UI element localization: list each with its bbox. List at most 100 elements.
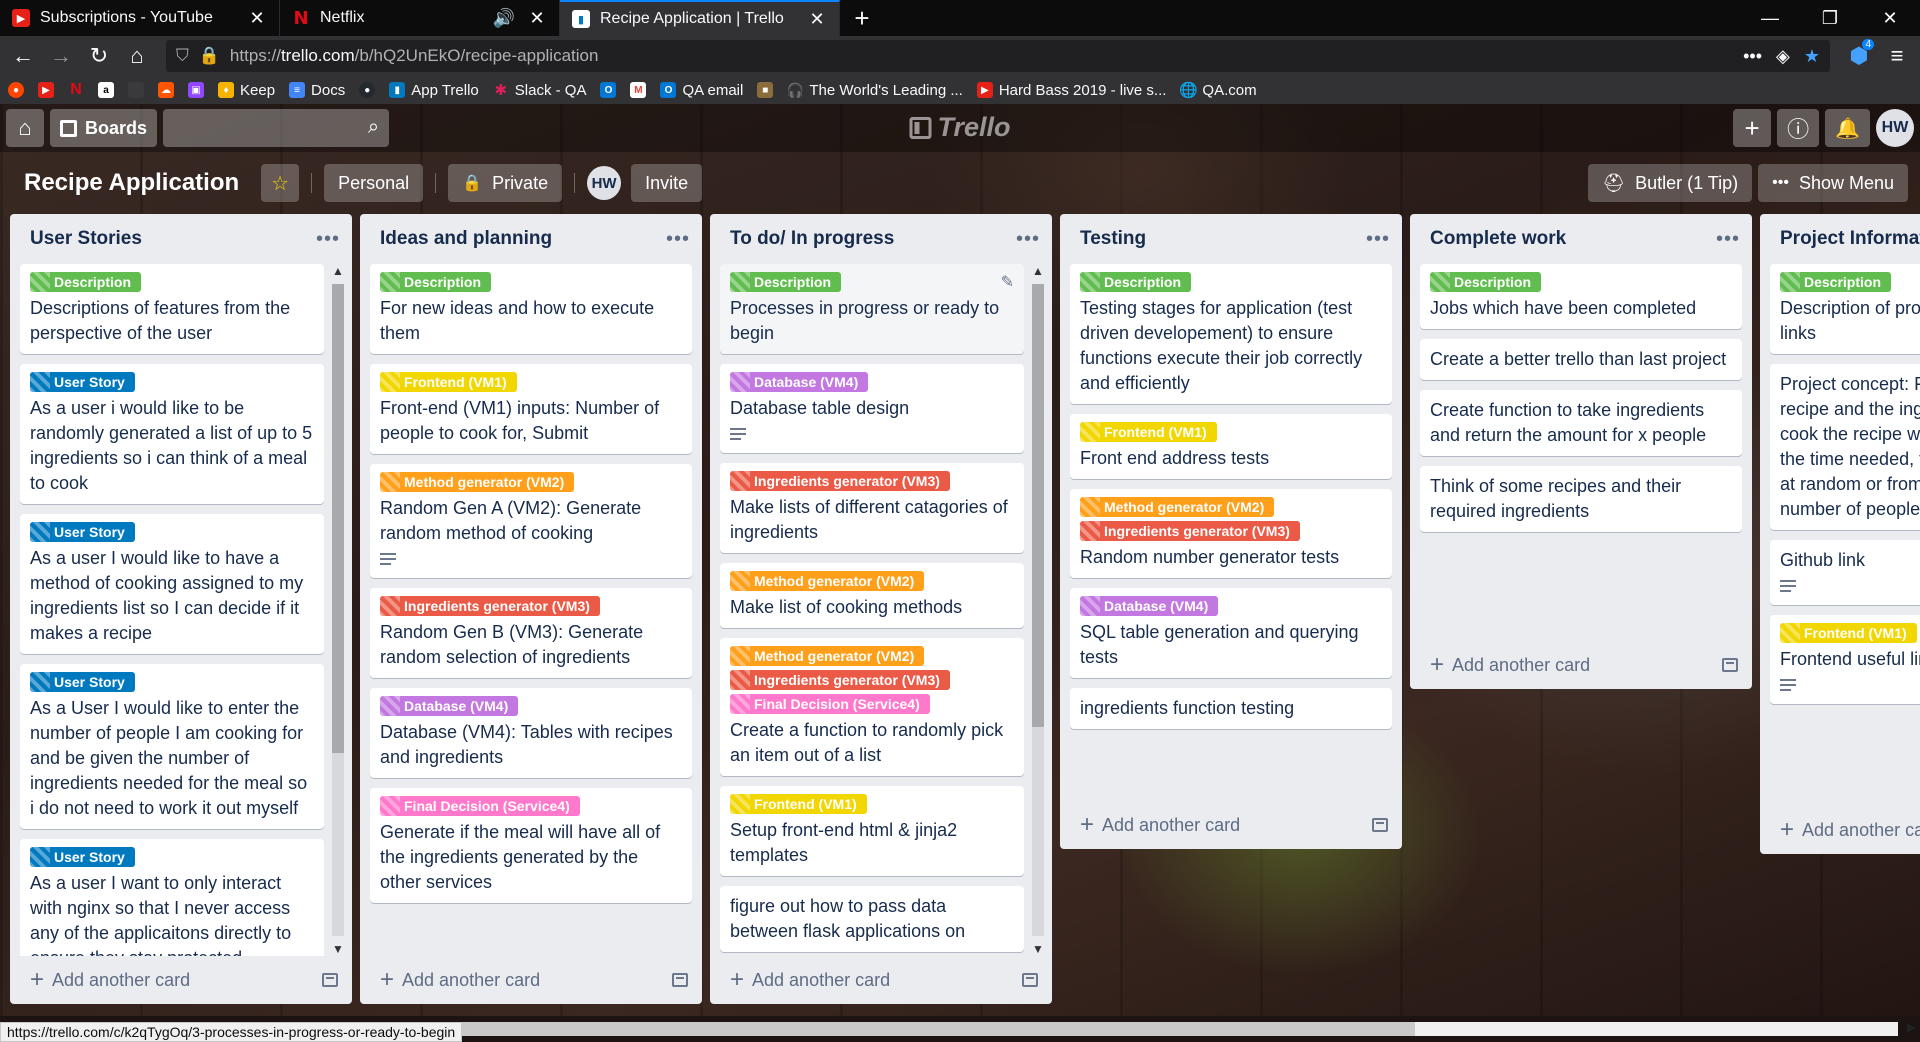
- add-card-button[interactable]: + Add another card: [1430, 653, 1590, 677]
- scroll-right-arrow[interactable]: ▶: [1907, 1020, 1916, 1034]
- twitch-icon[interactable]: ▣: [188, 82, 204, 98]
- bookmark-star-icon[interactable]: ★: [1804, 46, 1820, 67]
- reddit-icon[interactable]: ●: [8, 82, 24, 98]
- search-input[interactable]: [163, 109, 390, 147]
- card[interactable]: Think of some recipes and their required…: [1420, 466, 1742, 532]
- bookmark-qa-email[interactable]: O QA email: [660, 82, 743, 99]
- card[interactable]: Create a better trello than last project: [1420, 339, 1742, 380]
- reload-icon[interactable]: ↻: [82, 39, 116, 73]
- card-label[interactable]: Method generator (VM2): [1080, 497, 1275, 517]
- card-label[interactable]: Database (VM4): [380, 696, 519, 716]
- card[interactable]: User Story As a user I want to only inter…: [20, 839, 324, 956]
- card-label[interactable]: User Story: [30, 372, 135, 392]
- menu-icon[interactable]: ≡: [1880, 39, 1914, 73]
- add-card-button[interactable]: + Add another card: [1080, 813, 1240, 837]
- invite-button[interactable]: Invite: [631, 164, 703, 202]
- card[interactable]: User Story As a user i would like to be r…: [20, 364, 324, 504]
- card[interactable]: Description Processes in progress or read…: [720, 264, 1024, 354]
- card-label[interactable]: Frontend (VM1): [1080, 422, 1217, 442]
- card-label[interactable]: Database (VM4): [730, 372, 869, 392]
- card-label[interactable]: Description: [30, 272, 142, 292]
- new-tab-button[interactable]: +: [840, 0, 884, 36]
- bookmark-slack[interactable]: ✱ Slack - QA: [493, 82, 586, 100]
- card[interactable]: Method generator (VM2) Ingredients genera…: [720, 638, 1024, 776]
- soundcloud-icon[interactable]: ☁: [158, 82, 174, 98]
- card-label[interactable]: Database (VM4): [1080, 596, 1219, 616]
- star-button[interactable]: ☆: [261, 164, 300, 202]
- card-label[interactable]: User Story: [30, 522, 135, 542]
- list-menu-icon[interactable]: •••: [1716, 228, 1740, 251]
- list-title[interactable]: Project Information: [1780, 228, 1920, 250]
- card-template-icon[interactable]: [1022, 973, 1038, 987]
- scroll-track[interactable]: [1032, 284, 1044, 936]
- scroll-track[interactable]: [332, 284, 344, 936]
- bookmark-docs[interactable]: ≡ Docs: [289, 82, 345, 99]
- scroll-thumb[interactable]: [1032, 284, 1044, 728]
- card-label[interactable]: Method generator (VM2): [730, 646, 925, 666]
- tab-netflix[interactable]: N Netflix 🔊 ✕: [280, 0, 560, 36]
- card-template-icon[interactable]: [672, 973, 688, 987]
- restore-icon[interactable]: ❐: [1800, 0, 1860, 36]
- card[interactable]: figure out how to pass data between flas…: [720, 886, 1024, 952]
- card[interactable]: Frontend (VM1) Front-end (VM1) inputs: Nu…: [370, 364, 692, 454]
- card[interactable]: User Story As a User I would like to ente…: [20, 664, 324, 829]
- forward-icon[interactable]: →: [44, 39, 78, 73]
- card-label[interactable]: Description: [1080, 272, 1192, 292]
- card[interactable]: Method generator (VM2) Make list of cooki…: [720, 563, 1024, 628]
- more-actions-icon[interactable]: •••: [1743, 46, 1762, 67]
- butler-button[interactable]: ⛑ Butler (1 Tip): [1588, 164, 1753, 202]
- card-label[interactable]: User Story: [30, 672, 135, 692]
- back-icon[interactable]: ←: [6, 39, 40, 73]
- show-menu-button[interactable]: ••• Show Menu: [1758, 164, 1908, 202]
- close-icon[interactable]: ✕: [807, 9, 827, 30]
- card-label[interactable]: Ingredients generator (VM3): [730, 471, 950, 491]
- add-card-button[interactable]: + Add another card: [730, 968, 890, 992]
- tab-trello[interactable]: ▮ Recipe Application | Trello ✕: [560, 0, 840, 36]
- trello-logo[interactable]: Trello: [909, 112, 1011, 143]
- speaker-icon[interactable]: 🔊: [491, 8, 517, 29]
- close-window-icon[interactable]: ✕: [1860, 0, 1920, 36]
- card-label[interactable]: Method generator (VM2): [730, 571, 925, 591]
- card[interactable]: User Story As a user I would like to have…: [20, 514, 324, 654]
- card-label[interactable]: Final Decision (Service4): [380, 796, 580, 816]
- card[interactable]: Project concept: Find a random recipe an…: [1770, 364, 1920, 530]
- card[interactable]: Description Descriptions of features from…: [20, 264, 324, 354]
- user-avatar[interactable]: HW: [1876, 109, 1914, 147]
- minimize-icon[interactable]: —: [1740, 0, 1800, 36]
- pocket-icon[interactable]: ◈: [1776, 46, 1790, 67]
- bookmark-qa-com[interactable]: 🌐 QA.com: [1179, 82, 1257, 100]
- bookmark-worlds-leading[interactable]: 🎧 The World's Leading ...: [787, 82, 963, 99]
- bookmark-keep[interactable]: ♦ Keep: [218, 82, 275, 99]
- card[interactable]: Database (VM4) SQL table generation and q…: [1070, 588, 1392, 678]
- card[interactable]: Frontend (VM1) Frontend useful links: [1770, 615, 1920, 704]
- card-label[interactable]: Frontend (VM1): [380, 372, 517, 392]
- home-button[interactable]: ⌂: [6, 109, 44, 147]
- github-icon[interactable]: ●: [359, 82, 376, 98]
- list-menu-icon[interactable]: •••: [1016, 228, 1040, 251]
- close-icon[interactable]: ✕: [247, 8, 267, 29]
- outlook-icon[interactable]: O: [600, 82, 617, 98]
- card[interactable]: Ingredients generator (VM3) Make lists of…: [720, 463, 1024, 553]
- card-label[interactable]: Ingredients generator (VM3): [1080, 521, 1300, 541]
- card[interactable]: Description For new ideas and how to exec…: [370, 264, 692, 354]
- list-title[interactable]: Ideas and planning: [380, 228, 552, 250]
- card-label[interactable]: Ingredients generator (VM3): [380, 596, 600, 616]
- list-scrollbar[interactable]: ▲ ▼: [1030, 264, 1046, 956]
- list-menu-icon[interactable]: •••: [1366, 228, 1390, 251]
- scroll-thumb[interactable]: [332, 284, 344, 754]
- bookmark-hard-bass[interactable]: ▶ Hard Bass 2019 - live s...: [976, 82, 1166, 99]
- list-title[interactable]: Testing: [1080, 228, 1146, 250]
- scroll-up-arrow[interactable]: ▲: [1030, 264, 1046, 278]
- card[interactable]: Ingredients generator (VM3) Random Gen B …: [370, 588, 692, 678]
- home-icon[interactable]: ⌂: [120, 39, 154, 73]
- card-label[interactable]: Frontend (VM1): [1780, 623, 1917, 643]
- info-button[interactable]: ⓘ: [1777, 109, 1820, 147]
- extension-icon[interactable]: ⬢ 4: [1842, 39, 1876, 73]
- bookmark-app-trello[interactable]: ▮ App Trello: [389, 82, 479, 99]
- card[interactable]: ingredients function testing: [1070, 688, 1392, 729]
- add-card-button[interactable]: + Add another card: [1780, 818, 1920, 842]
- card-template-icon[interactable]: [1722, 658, 1738, 672]
- card-label[interactable]: Frontend (VM1): [730, 794, 867, 814]
- card[interactable]: Github link: [1770, 540, 1920, 605]
- youtube-icon[interactable]: ▶: [38, 82, 54, 98]
